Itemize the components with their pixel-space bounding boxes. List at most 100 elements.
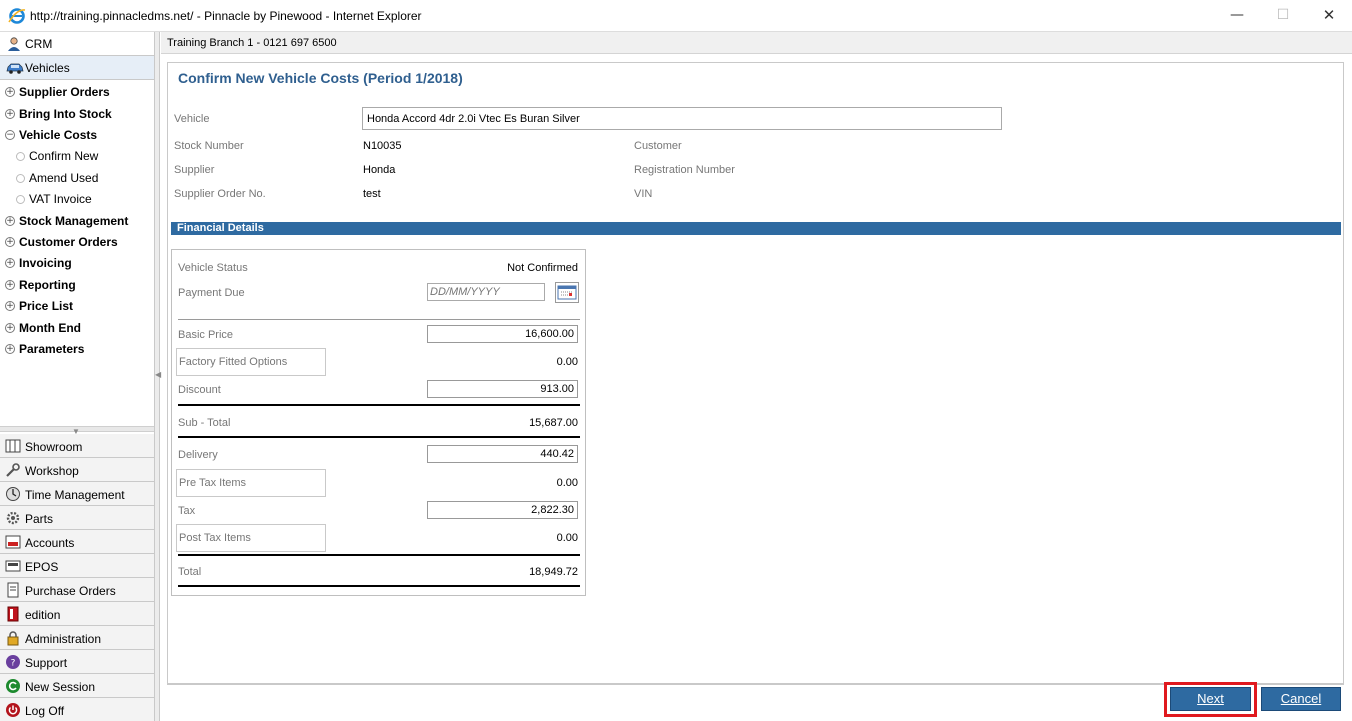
expand-icon[interactable]: + — [5, 109, 15, 119]
module-label: Workshop — [25, 464, 79, 478]
tree-month-end[interactable]: + Month End — [0, 318, 154, 339]
module-accounts[interactable]: Accounts — [0, 530, 154, 554]
payment-due-field[interactable] — [427, 283, 545, 301]
registration-label: Registration Number — [634, 164, 735, 176]
cancel-button[interactable]: Cancel — [1261, 687, 1341, 711]
tree-stock-management[interactable]: + Stock Management — [0, 211, 154, 232]
tree-invoicing[interactable]: + Invoicing — [0, 253, 154, 274]
calendar-button[interactable] — [555, 282, 579, 303]
tree-vat-invoice[interactable]: VAT Invoice — [0, 189, 154, 210]
stock-number-label: Stock Number — [174, 140, 244, 152]
collapse-arrow-icon[interactable]: ◀ — [155, 370, 161, 379]
radio-bullet-icon — [16, 152, 25, 161]
module-epos[interactable]: EPOS — [0, 554, 154, 578]
expand-icon[interactable]: + — [5, 258, 15, 268]
module-label: Administration — [25, 632, 102, 646]
tree-label: Vehicle Costs — [19, 128, 98, 142]
payment-due-label: Payment Due — [178, 287, 245, 299]
tree-vehicle-costs[interactable]: − Vehicle Costs — [0, 125, 154, 146]
sidebar-splitter[interactable]: ▼ — [0, 426, 154, 436]
supplier-value: Honda — [363, 164, 396, 176]
pre-tax-items-value: 0.00 — [556, 477, 578, 489]
tree-label: Price List — [19, 299, 74, 313]
module-label: Parts — [25, 512, 54, 526]
nav-crm[interactable]: CRM — [0, 32, 154, 56]
next-button-label: Next — [1197, 691, 1224, 706]
tree-price-list[interactable]: + Price List — [0, 296, 154, 317]
discount-field[interactable] — [427, 380, 578, 398]
vehicle-field[interactable] — [362, 107, 1002, 130]
module-label: Log Off — [25, 704, 65, 718]
till-icon — [5, 560, 21, 572]
nav-vehicles[interactable]: Vehicles — [0, 56, 154, 80]
book-icon — [7, 606, 19, 622]
expand-icon[interactable]: + — [5, 280, 15, 290]
post-tax-items-value: 0.00 — [556, 532, 578, 544]
tree-bring-into-stock[interactable]: + Bring Into Stock — [0, 104, 154, 125]
close-button[interactable]: ✕ — [1306, 0, 1352, 32]
module-purchase-orders[interactable]: Purchase Orders — [0, 578, 154, 602]
post-tax-items-button[interactable]: Post Tax Items — [176, 524, 326, 552]
car-icon — [6, 63, 24, 74]
cancel-button-label: Cancel — [1280, 691, 1322, 706]
window-title: http://training.pinnacledms.net/ - Pinna… — [30, 9, 422, 23]
module-support[interactable]: ? Support — [0, 650, 154, 674]
module-new-session[interactable]: New Session — [0, 674, 154, 698]
tree-customer-orders[interactable]: + Customer Orders — [0, 232, 154, 253]
supplier-order-value: test — [363, 188, 381, 200]
basic-price-field[interactable] — [427, 325, 578, 343]
vin-label: VIN — [634, 188, 653, 200]
tree-confirm-new[interactable]: Confirm New — [0, 146, 154, 167]
radio-bullet-icon — [16, 174, 25, 183]
tree-label: Month End — [19, 321, 81, 335]
window-titlebar: http://training.pinnacledms.net/ - Pinna… — [0, 0, 1352, 32]
tree-label: Parameters — [19, 342, 85, 356]
delivery-field[interactable] — [427, 445, 578, 463]
tree-label: Amend Used — [29, 171, 99, 185]
expand-icon[interactable]: + — [5, 301, 15, 311]
module-parts[interactable]: Parts — [0, 506, 154, 530]
customer-label: Customer — [634, 140, 682, 152]
expand-icon[interactable]: + — [5, 344, 15, 354]
expand-icon[interactable]: + — [5, 237, 15, 247]
module-label: Purchase Orders — [25, 584, 116, 598]
tree-label: Supplier Orders — [19, 85, 110, 99]
divider — [178, 436, 580, 438]
supplier-label: Supplier — [174, 164, 215, 176]
financial-panel: Vehicle Status Not Confirmed Payment Due… — [171, 249, 586, 596]
vehicle-status-value: Not Confirmed — [507, 262, 578, 274]
tree-reporting[interactable]: + Reporting — [0, 275, 154, 296]
expand-icon[interactable]: + — [5, 323, 15, 333]
module-workshop[interactable]: Workshop — [0, 458, 154, 482]
tree-supplier-orders[interactable]: + Supplier Orders — [0, 82, 154, 103]
pre-tax-items-button[interactable]: Pre Tax Items — [176, 469, 326, 497]
gear-icon — [6, 511, 20, 525]
tree-label: Stock Management — [19, 214, 129, 228]
expand-icon[interactable]: + — [5, 87, 15, 97]
module-log-off[interactable]: Log Off — [0, 698, 154, 721]
module-edition[interactable]: edition — [0, 602, 154, 626]
maximize-button[interactable]: ☐ — [1260, 0, 1306, 32]
tax-label: Tax — [178, 505, 196, 517]
tax-field[interactable] — [427, 501, 578, 519]
factory-options-button[interactable]: Factory Fitted Options — [176, 348, 326, 376]
tree-amend-used[interactable]: Amend Used — [0, 168, 154, 189]
collapse-icon[interactable]: − — [5, 130, 15, 140]
tree-parameters[interactable]: + Parameters — [0, 339, 154, 360]
refresh-icon — [6, 679, 20, 693]
stock-number-value: N10035 — [363, 140, 402, 152]
module-time-management[interactable]: Time Management — [0, 482, 154, 506]
module-label: Showroom — [25, 440, 83, 454]
vertical-splitter[interactable]: ◀ — [155, 32, 161, 721]
module-label: edition — [25, 608, 61, 622]
module-showroom[interactable]: Showroom — [0, 434, 154, 458]
expand-icon[interactable]: + — [5, 216, 15, 226]
nav-crm-label: CRM — [25, 37, 53, 51]
minimize-button[interactable]: — — [1214, 0, 1260, 32]
next-button[interactable]: Next — [1170, 687, 1251, 711]
module-administration[interactable]: Administration — [0, 626, 154, 650]
showroom-icon — [5, 439, 21, 453]
ledger-icon — [5, 535, 21, 549]
lock-icon — [7, 631, 19, 646]
page-title: Confirm New Vehicle Costs (Period 1/2018… — [178, 70, 463, 86]
